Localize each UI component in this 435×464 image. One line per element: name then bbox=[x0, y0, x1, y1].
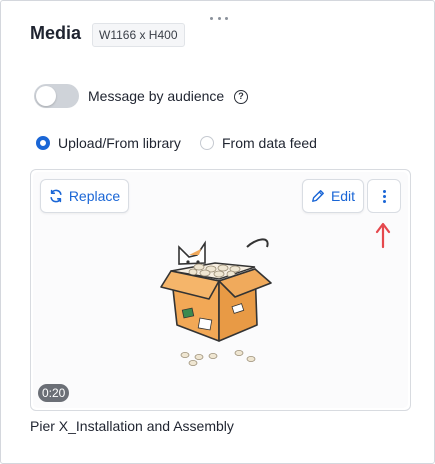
panel-title: Media bbox=[30, 23, 82, 43]
refresh-icon bbox=[49, 189, 63, 203]
cat-in-box-illustration bbox=[160, 238, 272, 366]
replace-button-label: Replace bbox=[68, 188, 121, 204]
radio-label-data-feed: From data feed bbox=[222, 135, 317, 151]
toggle-knob bbox=[36, 86, 56, 106]
arrow-up-icon bbox=[375, 222, 391, 249]
media-file-name: Pier X_Installation and Assembly bbox=[30, 418, 234, 434]
edit-button-label: Edit bbox=[330, 188, 356, 204]
replace-button[interactable]: Replace bbox=[40, 179, 129, 213]
media-panel: Media W1166 x H400 Message by audience ?… bbox=[0, 0, 435, 464]
drag-handle-icon[interactable] bbox=[210, 15, 228, 21]
dimensions-badge: W1166 x H400 bbox=[92, 23, 185, 47]
radio-from-data-feed[interactable] bbox=[200, 136, 214, 150]
video-duration-badge: 0:20 bbox=[38, 384, 70, 402]
message-by-audience-label: Message by audience bbox=[88, 88, 225, 104]
more-options-icon[interactable] bbox=[367, 179, 401, 213]
message-by-audience-toggle[interactable] bbox=[34, 84, 79, 108]
radio-label-upload: Upload/From library bbox=[58, 135, 181, 151]
radio-upload-from-library[interactable] bbox=[36, 136, 50, 150]
edit-button[interactable]: Edit bbox=[302, 179, 364, 213]
help-circle-icon[interactable]: ? bbox=[234, 90, 248, 104]
pencil-icon bbox=[311, 189, 325, 203]
